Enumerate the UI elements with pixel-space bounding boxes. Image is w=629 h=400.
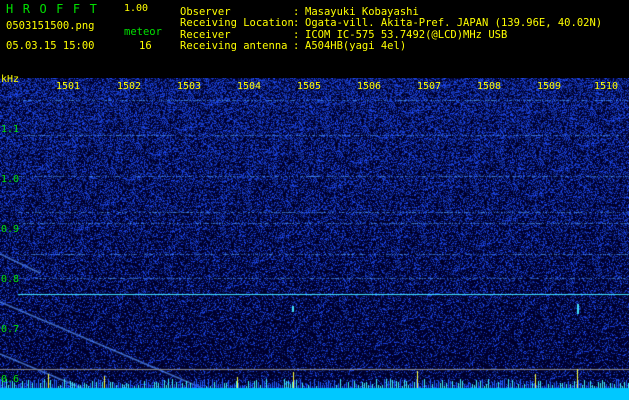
info-row-antenna: Receiving antenna : A504HB(yagi 4el) (180, 40, 620, 52)
app-brand: HROFFT (6, 2, 107, 16)
y-axis-unit: kHz (1, 74, 20, 85)
x-tick-label: 1501 (56, 81, 81, 92)
file-name: 0503151500.png (6, 20, 95, 32)
info-value: A504HB(yagi 4el) (305, 40, 407, 52)
capture-datetime: 05.03.15 15:00 (6, 40, 95, 52)
info-label: Receiving Location (180, 17, 294, 29)
info-value: Ogata-vill. Akita-Pref. JAPAN (139.96E, … (305, 17, 603, 29)
x-tick-label: 1502 (117, 81, 142, 92)
x-tick-label: 1510 (594, 81, 619, 92)
info-colon: : (293, 40, 300, 52)
header-panel: HROFFT 1.00 0503151500.png meteor 05.03.… (0, 0, 629, 78)
info-colon: : (293, 17, 300, 29)
x-tick-label: 1508 (477, 81, 502, 92)
meteor-label: meteor (124, 26, 162, 38)
x-tick-label: 1507 (417, 81, 442, 92)
y-tick-label: 0.8 (1, 274, 20, 285)
spectrogram-canvas (0, 78, 629, 400)
x-tick-label: 1505 (297, 81, 322, 92)
x-tick-label: 1503 (177, 81, 202, 92)
y-tick-label: 0.6 (1, 374, 20, 385)
info-label: Receiving antenna (180, 40, 288, 52)
y-tick-label: 1.0 (1, 174, 20, 185)
x-tick-label: 1509 (537, 81, 562, 92)
x-tick-label: 1504 (237, 81, 262, 92)
info-row-location: Receiving Location : Ogata-vill. Akita-P… (180, 17, 620, 29)
meteor-count: 16 (139, 40, 152, 52)
y-tick-label: 0.7 (1, 324, 20, 335)
y-tick-label: 1.1 (1, 124, 20, 135)
y-tick-label: 0.9 (1, 224, 20, 235)
x-tick-label: 1506 (357, 81, 382, 92)
app-version: 1.00 (124, 3, 149, 14)
